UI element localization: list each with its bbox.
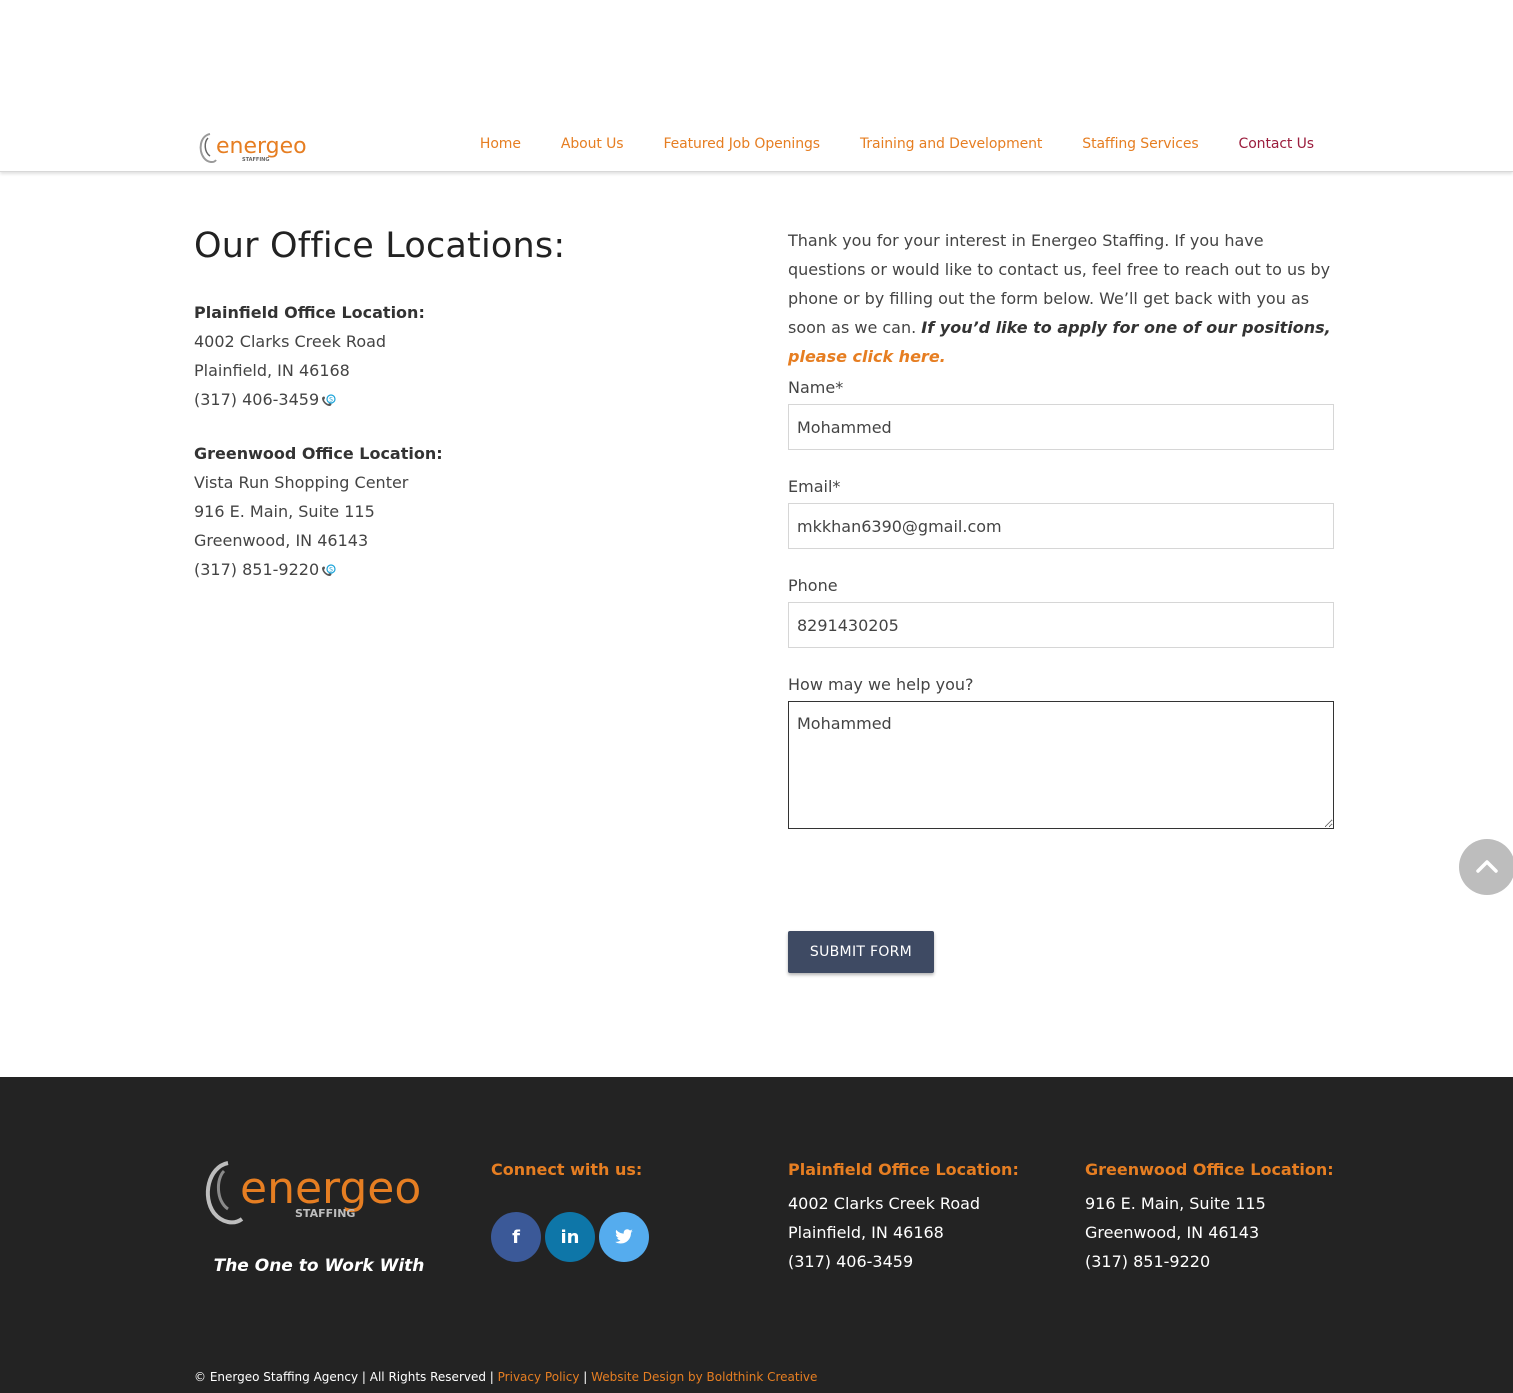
footer-plainfield-address: 4002 Clarks Creek Road Plainfield, IN 46… [788,1189,980,1276]
footer-plainfield-heading: Plainfield Office Location: [788,1160,1019,1179]
message-label: How may we help you? [788,675,974,694]
footer-phone[interactable]: (317) 406-3459 [788,1247,980,1276]
nav-featured-job-openings[interactable]: Featured Job Openings [663,136,820,152]
site-footer [0,1077,1513,1393]
office-phone-row: (317) 406-3459 S [194,385,714,414]
page-title: Our Office Locations: [194,226,566,266]
intro-apply-text: If you’d like to apply for one of our po… [921,318,1331,337]
footer-address-line: Plainfield, IN 46168 [788,1223,944,1242]
office-phone[interactable]: (317) 851-9220 [194,560,319,579]
footer-address-line: Greenwood, IN 46143 [1085,1223,1260,1242]
copyright-bar: © Energeo Staffing Agency | All Rights R… [194,1370,817,1384]
apply-link[interactable]: please click here. [788,347,946,366]
office-address-line: Greenwood, IN 46143 [194,531,369,550]
office-phone[interactable]: (317) 406-3459 [194,390,319,409]
linkedin-icon: in [560,1226,580,1248]
facebook-button[interactable]: f [491,1212,541,1262]
connect-heading: Connect with us: [491,1160,643,1179]
svg-text:STAFFING: STAFFING [295,1207,355,1220]
nav-about-us[interactable]: About Us [561,136,624,152]
office-address-line: 4002 Clarks Creek Road [194,332,387,351]
name-label: Name* [788,378,844,397]
energeo-logo[interactable]: energeo STAFFING [196,128,312,166]
submit-form-button[interactable]: SUBMIT FORM [788,931,934,973]
scroll-to-top-button[interactable] [1459,839,1513,895]
skype-call-icon[interactable]: S [320,393,336,408]
name-input[interactable] [788,404,1334,450]
svg-text:STAFFING: STAFFING [242,157,269,163]
svg-text:energeo: energeo [216,134,307,159]
footer-greenwood-heading: Greenwood Office Location: [1085,1160,1334,1179]
phone-label: Phone [788,576,838,595]
greenwood-office: Greenwood Office Location: Vista Run Sho… [194,439,714,584]
svg-text:S: S [329,396,333,403]
twitter-icon [615,1229,633,1244]
office-address-line: 916 E. Main, Suite 115 [194,502,375,521]
copyright-separator: | [579,1370,592,1384]
nav-training-development[interactable]: Training and Development [860,136,1042,152]
linkedin-button[interactable]: in [545,1212,595,1262]
chevron-up-icon [1476,860,1498,873]
svg-text:S: S [329,566,333,573]
message-textarea[interactable]: Mohammed [788,701,1334,829]
skype-call-icon[interactable]: S [320,563,336,578]
email-label: Email* [788,477,841,496]
footer-phone[interactable]: (317) 851-9220 [1085,1247,1266,1276]
office-phone-row: (317) 851-9220 S [194,555,714,584]
main-nav: Home About Us Featured Job Openings Trai… [480,136,1314,152]
site-header: energeo STAFFING Home About Us Featured … [0,0,1513,172]
footer-address-line: 916 E. Main, Suite 115 [1085,1194,1266,1213]
office-title: Plainfield Office Location: [194,303,425,322]
footer-greenwood-address: 916 E. Main, Suite 115 Greenwood, IN 461… [1085,1189,1266,1276]
nav-contact-us[interactable]: Contact Us [1239,136,1315,152]
office-title: Greenwood Office Location: [194,444,443,463]
plainfield-office: Plainfield Office Location: 4002 Clarks … [194,298,714,414]
office-address-line: Plainfield, IN 46168 [194,361,350,380]
email-input[interactable] [788,503,1334,549]
nav-home[interactable]: Home [480,136,521,152]
facebook-icon: f [512,1226,520,1248]
social-links: f in [491,1212,649,1262]
footer-tagline: The One to Work With [213,1256,425,1276]
phone-input[interactable] [788,602,1334,648]
office-address-line: Vista Run Shopping Center [194,473,409,492]
energeo-footer-logo[interactable]: energeo STAFFING [200,1155,438,1229]
nav-staffing-services[interactable]: Staffing Services [1082,136,1198,152]
office-locations-section: Our Office Locations: Plainfield Office … [194,226,714,609]
twitter-button[interactable] [599,1212,649,1262]
privacy-policy-link[interactable]: Privacy Policy [498,1370,580,1384]
website-design-link[interactable]: Website Design by Boldthink Creative [591,1370,817,1384]
contact-intro: Thank you for your interest in Energeo S… [788,226,1334,371]
copyright-text: © Energeo Staffing Agency | All Rights R… [194,1370,498,1384]
footer-address-line: 4002 Clarks Creek Road [788,1194,981,1213]
intro-paragraph: Thank you for your interest in Energeo S… [788,226,1334,371]
